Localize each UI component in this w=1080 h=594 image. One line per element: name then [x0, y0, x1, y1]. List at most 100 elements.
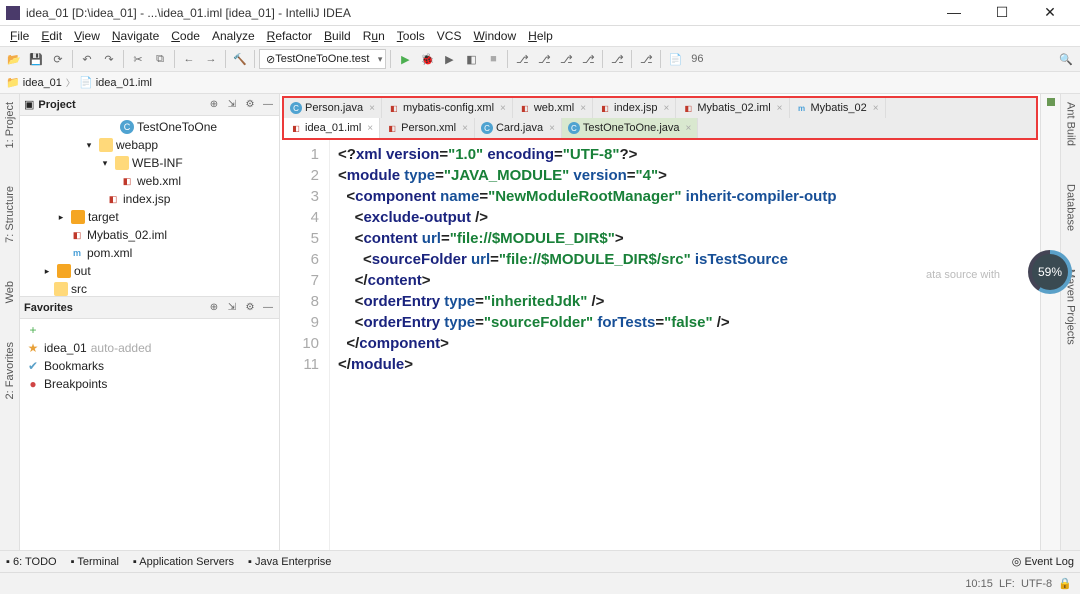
bottom-tab-application-servers[interactable]: ▪ Application Servers	[133, 556, 234, 568]
tool-tab-1--project[interactable]: 1: Project	[4, 98, 16, 152]
breadcrumb-item[interactable]: 📄 idea_01.iml	[79, 76, 152, 89]
close-tab-icon[interactable]: ×	[777, 103, 783, 114]
forward-icon[interactable]: →	[201, 49, 221, 69]
tree-item[interactable]: ▸out	[20, 262, 279, 280]
p3-icon[interactable]: ⎇	[556, 49, 576, 69]
profile-icon[interactable]: ◧	[461, 49, 481, 69]
refresh-icon[interactable]: ⟳	[48, 49, 68, 69]
run-icon[interactable]: ▶	[395, 49, 415, 69]
tree-item[interactable]: ▸target	[20, 208, 279, 226]
panel-opt-icon[interactable]: ⊕	[207, 99, 221, 110]
debug-icon[interactable]: 🐞	[417, 49, 437, 69]
editor-tab[interactable]: ◧idea_01.iml×	[284, 118, 380, 138]
close-tab-icon[interactable]: ×	[549, 123, 555, 134]
close-tab-icon[interactable]: ×	[462, 123, 468, 134]
fav-hide-icon[interactable]: —	[261, 302, 275, 313]
line-separator[interactable]: LF:	[999, 578, 1015, 590]
bottom-tab-java-enterprise[interactable]: ▪ Java Enterprise	[248, 556, 331, 568]
p2-icon[interactable]: ⎇	[534, 49, 554, 69]
code-editor[interactable]: 1234567891011 <?xml version="1.0" encodi…	[280, 140, 1040, 550]
menu-edit[interactable]: Edit	[37, 29, 66, 43]
menu-tools[interactable]: Tools	[393, 29, 429, 43]
favorite-item[interactable]: +	[20, 321, 279, 339]
search-everywhere-icon[interactable]: 🔍	[1056, 49, 1076, 69]
favorite-item[interactable]: ●Breakpoints	[20, 375, 279, 393]
menu-file[interactable]: File	[6, 29, 33, 43]
close-tab-icon[interactable]: ×	[367, 123, 373, 134]
p7-icon[interactable]: 📄	[665, 49, 685, 69]
fav-opt-icon[interactable]: ⇲	[225, 302, 239, 313]
encoding[interactable]: UTF-8	[1021, 578, 1052, 590]
menu-build[interactable]: Build	[320, 29, 355, 43]
editor-tab[interactable]: ◧mybatis-config.xml×	[382, 98, 513, 118]
panel-opt-icon[interactable]: ⇲	[225, 99, 239, 110]
editor-tab[interactable]: ◧Person.xml×	[380, 118, 475, 138]
tree-item[interactable]: ◧Mybatis_02.iml	[20, 226, 279, 244]
tree-item[interactable]: src	[20, 280, 279, 296]
fav-opt-icon[interactable]: ⊕	[207, 302, 221, 313]
tree-item[interactable]: ▾WEB-INF	[20, 154, 279, 172]
close-tab-icon[interactable]: ×	[500, 103, 506, 114]
close-tab-icon[interactable]: ×	[686, 123, 692, 134]
open-icon[interactable]: 📂	[4, 49, 24, 69]
editor-tab[interactable]: ◧Mybatis_02.iml×	[676, 98, 789, 118]
editor-tab[interactable]: ◧web.xml×	[513, 98, 593, 118]
tree-item[interactable]: ◧web.xml	[20, 172, 279, 190]
close-tab-icon[interactable]: ×	[663, 103, 669, 114]
tree-item[interactable]: CTestOneToOne	[20, 118, 279, 136]
menu-view[interactable]: View	[70, 29, 104, 43]
favorite-item[interactable]: ★idea_01 auto-added	[20, 339, 279, 357]
p6-icon[interactable]: ⎇	[636, 49, 656, 69]
editor-tab[interactable]: mMybatis_02×	[790, 98, 886, 118]
tool-tab-database[interactable]: Database	[1065, 180, 1077, 235]
minimize-button[interactable]: —	[938, 4, 970, 21]
editor-tab[interactable]: CTestOneToOne.java×	[562, 118, 698, 138]
p5-icon[interactable]: ⎇	[607, 49, 627, 69]
p4-icon[interactable]: ⎇	[578, 49, 598, 69]
editor-tab[interactable]: CPerson.java×	[284, 98, 382, 118]
coverage-icon[interactable]: ▶	[439, 49, 459, 69]
cut-icon[interactable]: ✂	[128, 49, 148, 69]
redo-icon[interactable]: ↷	[99, 49, 119, 69]
menu-refactor[interactable]: Refactor	[263, 29, 316, 43]
p1-icon[interactable]: ⎇	[512, 49, 532, 69]
tool-tab-ant-build[interactable]: Ant Build	[1065, 98, 1077, 150]
menu-help[interactable]: Help	[524, 29, 557, 43]
save-icon[interactable]: 💾	[26, 49, 46, 69]
project-tree[interactable]: CTestOneToOne▾webapp▾WEB-INF◧web.xml◧ind…	[20, 116, 279, 296]
menu-run[interactable]: Run	[359, 29, 389, 43]
menu-window[interactable]: Window	[469, 29, 520, 43]
panel-gear-icon[interactable]: ⚙	[243, 99, 257, 110]
maximize-button[interactable]: ☐	[986, 4, 1018, 21]
close-tab-icon[interactable]: ×	[369, 103, 375, 114]
build-icon[interactable]: 🔨	[230, 49, 250, 69]
run-config-select[interactable]: ⊘ TestOneToOne.test	[259, 49, 386, 69]
lock-icon[interactable]: 🔒	[1058, 577, 1072, 590]
source-code[interactable]: <?xml version="1.0" encoding="UTF-8"?><m…	[330, 140, 1040, 550]
bottom-tab-terminal[interactable]: ▪ Terminal	[71, 556, 119, 568]
tree-item[interactable]: mpom.xml	[20, 244, 279, 262]
panel-hide-icon[interactable]: —	[261, 99, 275, 110]
fav-gear-icon[interactable]: ⚙	[243, 302, 257, 313]
tool-tab-web[interactable]: Web	[4, 277, 16, 307]
tool-tab-2--favorites[interactable]: 2: Favorites	[4, 338, 16, 403]
menu-navigate[interactable]: Navigate	[108, 29, 163, 43]
close-tab-icon[interactable]: ×	[580, 103, 586, 114]
undo-icon[interactable]: ↶	[77, 49, 97, 69]
close-tab-icon[interactable]: ×	[873, 103, 879, 114]
progress-indicator[interactable]: 59%	[1028, 250, 1072, 294]
breadcrumb-item[interactable]: 📁 idea_01	[6, 76, 62, 89]
menu-analyze[interactable]: Analyze	[208, 29, 259, 43]
event-log-tab[interactable]: ◎ Event Log	[1012, 555, 1074, 568]
tool-tab-7--structure[interactable]: 7: Structure	[4, 182, 16, 247]
copy-icon[interactable]: ⧉	[150, 49, 170, 69]
editor-tab[interactable]: ◧index.jsp×	[593, 98, 676, 118]
tree-item[interactable]: ▾webapp	[20, 136, 279, 154]
stop-icon[interactable]: ■	[483, 49, 503, 69]
bottom-tab-6--todo[interactable]: ▪ 6: TODO	[6, 556, 57, 568]
menu-code[interactable]: Code	[167, 29, 204, 43]
menu-vcs[interactable]: VCS	[433, 29, 466, 43]
close-button[interactable]: ✕	[1034, 4, 1066, 21]
editor-tab[interactable]: CCard.java×	[475, 118, 562, 138]
inspection-ok-icon[interactable]	[1047, 98, 1055, 106]
